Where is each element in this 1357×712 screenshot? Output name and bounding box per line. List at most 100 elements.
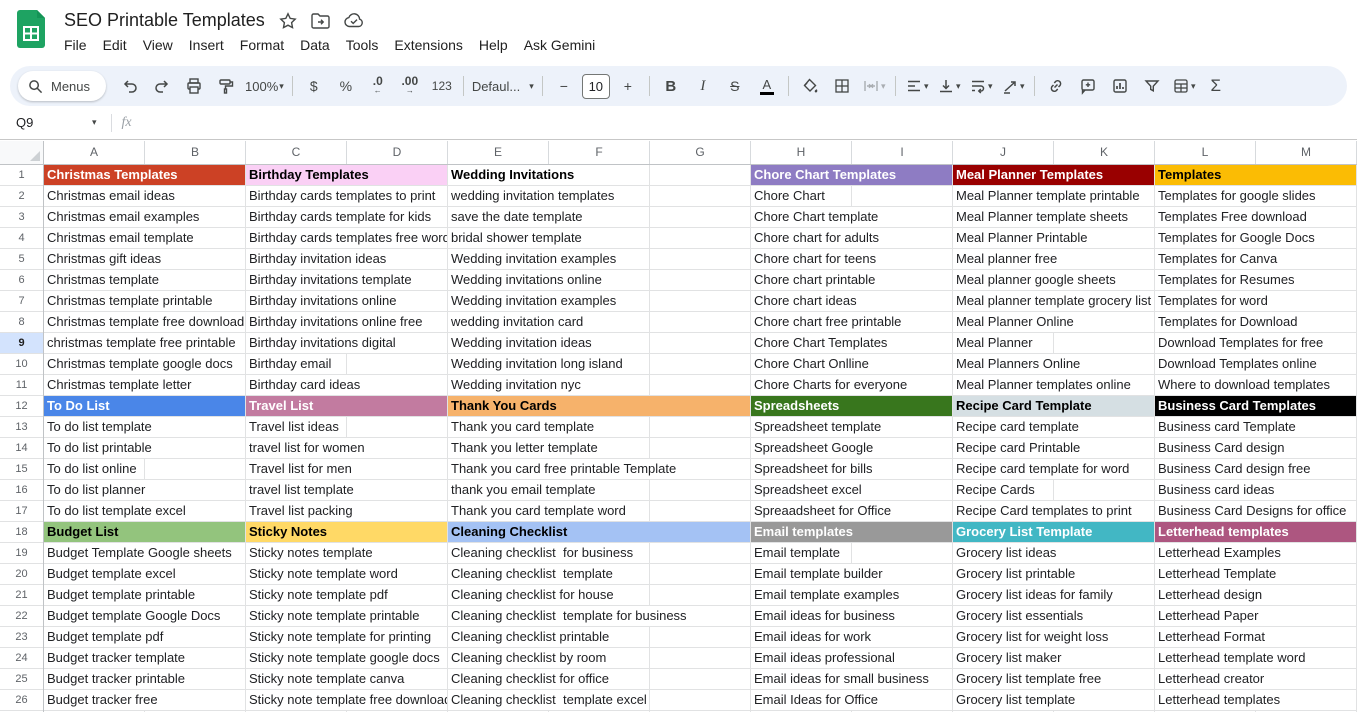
cell-H26[interactable]: Email Ideas for Office (751, 690, 952, 710)
format-currency-button[interactable]: $ (298, 72, 330, 100)
increase-font-size-button[interactable]: + (612, 72, 644, 100)
cell-C20[interactable]: Sticky note template word (246, 564, 447, 584)
cell-H13[interactable]: Spreadsheet template (751, 417, 952, 437)
row-header-25[interactable]: 25 (0, 669, 43, 690)
cell-H18[interactable]: Email templates (751, 522, 952, 542)
cell-J24[interactable]: Grocery list maker (953, 648, 1154, 668)
cell-H8[interactable]: Chore chart free printable (751, 312, 952, 332)
row-header-19[interactable]: 19 (0, 543, 43, 564)
chevron-down-icon[interactable]: ▾ (92, 117, 97, 128)
cell-H11[interactable]: Chore Charts for everyone (751, 375, 952, 395)
cell-A22[interactable]: Budget template Google Docs (44, 606, 245, 626)
cell-H5[interactable]: Chore chart for teens (751, 249, 952, 269)
move-folder-icon[interactable] (311, 12, 330, 29)
cell-E19[interactable]: Cleaning checklist for business (448, 543, 750, 563)
text-wrap-button[interactable]: ▾ (965, 72, 997, 100)
cell-E12[interactable]: Thank You Cards (448, 396, 750, 416)
redo-button[interactable] (146, 72, 178, 100)
functions-button[interactable]: Σ (1200, 72, 1232, 100)
cell-H19[interactable]: Email template (751, 543, 952, 563)
paint-format-button[interactable] (210, 72, 242, 100)
row-header-21[interactable]: 21 (0, 585, 43, 606)
cell-L12[interactable]: Business Card Templates (1155, 396, 1356, 416)
cell-A4[interactable]: Christmas email template (44, 228, 245, 248)
text-color-button[interactable]: A (751, 72, 783, 100)
column-header-E[interactable]: E (448, 141, 549, 164)
insert-link-button[interactable] (1040, 72, 1072, 100)
cell-C24[interactable]: Sticky note template google docs (246, 648, 447, 668)
vertical-align-button[interactable]: ▾ (933, 72, 965, 100)
cell-E21[interactable]: Cleaning checklist for house (448, 585, 750, 605)
cell-E10[interactable]: Wedding invitation long island (448, 354, 750, 374)
star-icon[interactable] (279, 11, 297, 30)
cell-H25[interactable]: Email ideas for small business (751, 669, 952, 689)
menu-data[interactable]: Data (292, 34, 338, 56)
cell-C3[interactable]: Birthday cards template for kids (246, 207, 447, 227)
row-header-3[interactable]: 3 (0, 207, 43, 228)
cell-L8[interactable]: Templates for Download (1155, 312, 1356, 332)
format-percent-button[interactable]: % (330, 72, 362, 100)
cell-C15[interactable]: Travel list for men (246, 459, 447, 479)
cell-L24[interactable]: Letterhead template word (1155, 648, 1356, 668)
cell-C6[interactable]: Birthday invitations template (246, 270, 447, 290)
cell-L19[interactable]: Letterhead Examples (1155, 543, 1356, 563)
cell-A6[interactable]: Christmas template (44, 270, 245, 290)
cell-L16[interactable]: Business card ideas (1155, 480, 1356, 500)
fill-color-button[interactable] (794, 72, 826, 100)
cell-A7[interactable]: Christmas template printable (44, 291, 245, 311)
menu-file[interactable]: File (56, 34, 95, 56)
cell-L22[interactable]: Letterhead Paper (1155, 606, 1356, 626)
row-header-15[interactable]: 15 (0, 459, 43, 480)
zoom-control[interactable]: 100% ▾ (242, 72, 287, 100)
cell-A5[interactable]: Christmas gift ideas (44, 249, 245, 269)
cell-A25[interactable]: Budget tracker printable (44, 669, 245, 689)
cell-C19[interactable]: Sticky notes template (246, 543, 447, 563)
row-header-22[interactable]: 22 (0, 606, 43, 627)
cell-L4[interactable]: Templates for Google Docs (1155, 228, 1356, 248)
cell-E18[interactable]: Cleaning Checklist (448, 522, 750, 542)
cell-H21[interactable]: Email template examples (751, 585, 952, 605)
cell-L21[interactable]: Letterhead design (1155, 585, 1356, 605)
cell-J16[interactable]: Recipe Cards (953, 480, 1154, 500)
cell-L18[interactable]: Letterhead templates (1155, 522, 1356, 542)
cell-C26[interactable]: Sticky note template free download (246, 690, 447, 710)
cell-C14[interactable]: travel list for women (246, 438, 447, 458)
cell-E26[interactable]: Cleaning checklist template excel (448, 690, 750, 710)
cell-J10[interactable]: Meal Planners Online (953, 354, 1154, 374)
row-header-18[interactable]: 18 (0, 522, 43, 543)
italic-button[interactable]: I (687, 72, 719, 100)
sheets-logo-icon[interactable] (17, 10, 45, 48)
cell-L10[interactable]: Download Templates online (1155, 354, 1356, 374)
column-header-A[interactable]: A (44, 141, 145, 164)
cell-A15[interactable]: To do list online (44, 459, 245, 479)
column-header-L[interactable]: L (1155, 141, 1256, 164)
print-button[interactable] (178, 72, 210, 100)
cell-L2[interactable]: Templates for google slides (1155, 186, 1356, 206)
cell-E6[interactable]: Wedding invitations online (448, 270, 750, 290)
row-header-10[interactable]: 10 (0, 354, 43, 375)
cell-E24[interactable]: Cleaning checklist by room (448, 648, 750, 668)
cell-L1[interactable]: Templates (1155, 165, 1356, 185)
column-header-F[interactable]: F (549, 141, 650, 164)
cell-A16[interactable]: To do list planner (44, 480, 245, 500)
row-header-17[interactable]: 17 (0, 501, 43, 522)
menu-help[interactable]: Help (471, 34, 516, 56)
cell-E7[interactable]: Wedding invitation examples (448, 291, 750, 311)
menus-search-button[interactable]: Menus (18, 71, 107, 101)
menu-ask-gemini[interactable]: Ask Gemini (516, 34, 604, 56)
cell-J7[interactable]: Meal planner template grocery list (953, 291, 1154, 311)
cell-J23[interactable]: Grocery list for weight loss (953, 627, 1154, 647)
cell-E3[interactable]: save the date template (448, 207, 750, 227)
horizontal-align-button[interactable]: ▾ (901, 72, 933, 100)
cell-A12[interactable]: To Do List (44, 396, 245, 416)
cell-H23[interactable]: Email ideas for work (751, 627, 952, 647)
cell-A2[interactable]: Christmas email ideas (44, 186, 245, 206)
cell-E5[interactable]: Wedding invitation examples (448, 249, 750, 269)
cell-L15[interactable]: Business Card design free (1155, 459, 1356, 479)
increase-decimal-button[interactable]: .00 → (394, 72, 426, 100)
cell-C25[interactable]: Sticky note template canva (246, 669, 447, 689)
cell-J19[interactable]: Grocery list ideas (953, 543, 1154, 563)
cell-J18[interactable]: Grocery List Template (953, 522, 1154, 542)
cell-J5[interactable]: Meal planner free (953, 249, 1154, 269)
cell-C13[interactable]: Travel list ideas (246, 417, 447, 437)
